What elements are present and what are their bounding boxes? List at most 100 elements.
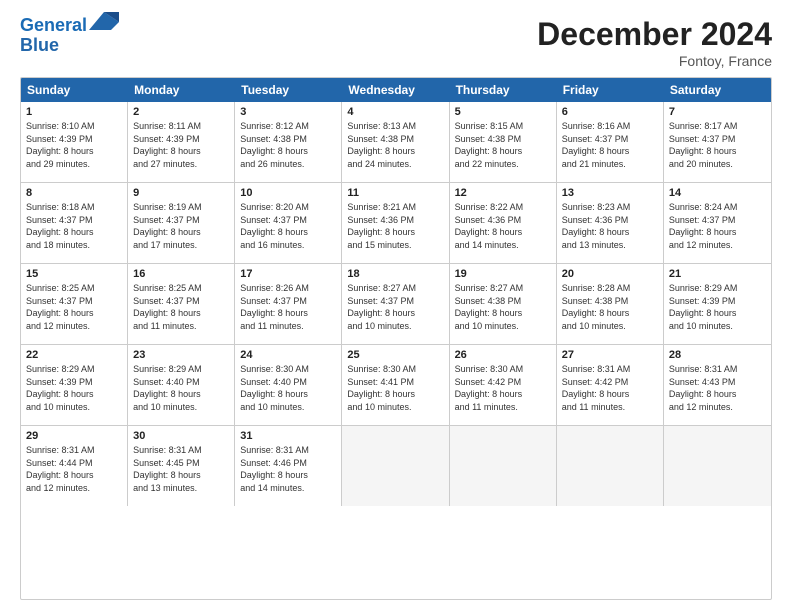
header-thursday: Thursday <box>450 78 557 102</box>
cal-cell-2-6: 21 Sunrise: 8:29 AM Sunset: 4:39 PM Dayli… <box>664 264 771 344</box>
cal-cell-4-2: 31Sunrise: 8:31 AM Sunset: 4:46 PM Dayli… <box>235 426 342 506</box>
cell-info: Sunrise: 8:13 AM Sunset: 4:38 PM Dayligh… <box>347 120 443 170</box>
day-number: 25 <box>347 349 443 361</box>
cal-cell-1-5: 13 Sunrise: 8:23 AM Sunset: 4:36 PM Dayli… <box>557 183 664 263</box>
cell-info: Sunrise: 8:27 AM Sunset: 4:37 PM Dayligh… <box>347 282 443 332</box>
day-number: 3 <box>240 106 336 118</box>
day-number: 4 <box>347 106 443 118</box>
cal-cell-3-5: 27Sunrise: 8:31 AM Sunset: 4:42 PM Dayli… <box>557 345 664 425</box>
cell-info: Sunrise: 8:25 AM Sunset: 4:37 PM Dayligh… <box>133 282 229 332</box>
cal-cell-2-2: 17 Sunrise: 8:26 AM Sunset: 4:37 PM Dayli… <box>235 264 342 344</box>
cal-cell-2-1: 16 Sunrise: 8:25 AM Sunset: 4:37 PM Dayli… <box>128 264 235 344</box>
day-number: 14 <box>669 187 766 199</box>
day-number: 10 <box>240 187 336 199</box>
cell-info: Sunrise: 8:29 AM Sunset: 4:40 PM Dayligh… <box>133 363 229 413</box>
cell-info: Sunrise: 8:18 AM Sunset: 4:37 PM Dayligh… <box>26 201 122 251</box>
cal-cell-1-4: 12 Sunrise: 8:22 AM Sunset: 4:36 PM Dayli… <box>450 183 557 263</box>
header-saturday: Saturday <box>664 78 771 102</box>
day-number: 18 <box>347 268 443 280</box>
day-number: 8 <box>26 187 122 199</box>
logo-text-line1: General <box>20 16 87 36</box>
cal-cell-2-0: 15Sunrise: 8:25 AM Sunset: 4:37 PM Dayli… <box>21 264 128 344</box>
cal-cell-3-6: 28Sunrise: 8:31 AM Sunset: 4:43 PM Dayli… <box>664 345 771 425</box>
header-monday: Monday <box>128 78 235 102</box>
cal-cell-1-1: 9 Sunrise: 8:19 AM Sunset: 4:37 PM Daylig… <box>128 183 235 263</box>
day-number: 24 <box>240 349 336 361</box>
cell-info: Sunrise: 8:21 AM Sunset: 4:36 PM Dayligh… <box>347 201 443 251</box>
week-row-4: 22Sunrise: 8:29 AM Sunset: 4:39 PM Dayli… <box>21 344 771 425</box>
cal-cell-1-6: 14Sunrise: 8:24 AM Sunset: 4:37 PM Dayli… <box>664 183 771 263</box>
day-number: 6 <box>562 106 658 118</box>
cell-info: Sunrise: 8:15 AM Sunset: 4:38 PM Dayligh… <box>455 120 551 170</box>
calendar: Sunday Monday Tuesday Wednesday Thursday… <box>20 77 772 600</box>
week-row-5: 29 Sunrise: 8:31 AM Sunset: 4:44 PM Dayli… <box>21 425 771 506</box>
week-row-2: 8 Sunrise: 8:18 AM Sunset: 4:37 PM Daylig… <box>21 182 771 263</box>
cal-cell-3-0: 22Sunrise: 8:29 AM Sunset: 4:39 PM Dayli… <box>21 345 128 425</box>
day-number: 12 <box>455 187 551 199</box>
header-friday: Friday <box>557 78 664 102</box>
header-sunday: Sunday <box>21 78 128 102</box>
cell-info: Sunrise: 8:23 AM Sunset: 4:36 PM Dayligh… <box>562 201 658 251</box>
cal-cell-3-1: 23Sunrise: 8:29 AM Sunset: 4:40 PM Dayli… <box>128 345 235 425</box>
cal-cell-0-1: 2 Sunrise: 8:11 AM Sunset: 4:39 PM Daylig… <box>128 102 235 182</box>
cal-cell-0-4: 5Sunrise: 8:15 AM Sunset: 4:38 PM Daylig… <box>450 102 557 182</box>
header-wednesday: Wednesday <box>342 78 449 102</box>
day-number: 31 <box>240 430 336 442</box>
cal-cell-3-2: 24 Sunrise: 8:30 AM Sunset: 4:40 PM Dayli… <box>235 345 342 425</box>
cal-cell-3-4: 26 Sunrise: 8:30 AM Sunset: 4:42 PM Dayli… <box>450 345 557 425</box>
cell-info: Sunrise: 8:29 AM Sunset: 4:39 PM Dayligh… <box>26 363 122 413</box>
day-number: 30 <box>133 430 229 442</box>
cell-info: Sunrise: 8:30 AM Sunset: 4:42 PM Dayligh… <box>455 363 551 413</box>
day-number: 29 <box>26 430 122 442</box>
cell-info: Sunrise: 8:31 AM Sunset: 4:45 PM Dayligh… <box>133 444 229 494</box>
day-number: 21 <box>669 268 766 280</box>
cal-cell-3-3: 25Sunrise: 8:30 AM Sunset: 4:41 PM Dayli… <box>342 345 449 425</box>
cell-info: Sunrise: 8:22 AM Sunset: 4:36 PM Dayligh… <box>455 201 551 251</box>
cell-info: Sunrise: 8:16 AM Sunset: 4:37 PM Dayligh… <box>562 120 658 170</box>
cell-info: Sunrise: 8:10 AM Sunset: 4:39 PM Dayligh… <box>26 120 122 170</box>
day-number: 20 <box>562 268 658 280</box>
cal-cell-4-4 <box>450 426 557 506</box>
cal-cell-4-0: 29 Sunrise: 8:31 AM Sunset: 4:44 PM Dayli… <box>21 426 128 506</box>
day-number: 13 <box>562 187 658 199</box>
cal-cell-1-0: 8 Sunrise: 8:18 AM Sunset: 4:37 PM Daylig… <box>21 183 128 263</box>
cell-info: Sunrise: 8:25 AM Sunset: 4:37 PM Dayligh… <box>26 282 122 332</box>
cal-cell-0-3: 4 Sunrise: 8:13 AM Sunset: 4:38 PM Daylig… <box>342 102 449 182</box>
header-tuesday: Tuesday <box>235 78 342 102</box>
cell-info: Sunrise: 8:19 AM Sunset: 4:37 PM Dayligh… <box>133 201 229 251</box>
logo: General Blue <box>20 16 119 56</box>
cal-cell-0-5: 6 Sunrise: 8:16 AM Sunset: 4:37 PM Daylig… <box>557 102 664 182</box>
cal-cell-4-3 <box>342 426 449 506</box>
cell-info: Sunrise: 8:20 AM Sunset: 4:37 PM Dayligh… <box>240 201 336 251</box>
day-number: 9 <box>133 187 229 199</box>
day-number: 1 <box>26 106 122 118</box>
week-row-3: 15Sunrise: 8:25 AM Sunset: 4:37 PM Dayli… <box>21 263 771 344</box>
location: Fontoy, France <box>537 53 772 69</box>
cell-info: Sunrise: 8:11 AM Sunset: 4:39 PM Dayligh… <box>133 120 229 170</box>
day-number: 17 <box>240 268 336 280</box>
day-number: 26 <box>455 349 551 361</box>
cell-info: Sunrise: 8:29 AM Sunset: 4:39 PM Dayligh… <box>669 282 766 332</box>
cell-info: Sunrise: 8:17 AM Sunset: 4:37 PM Dayligh… <box>669 120 766 170</box>
day-number: 2 <box>133 106 229 118</box>
cal-cell-2-3: 18 Sunrise: 8:27 AM Sunset: 4:37 PM Dayli… <box>342 264 449 344</box>
week-row-1: 1 Sunrise: 8:10 AM Sunset: 4:39 PM Daylig… <box>21 102 771 182</box>
cell-info: Sunrise: 8:30 AM Sunset: 4:40 PM Dayligh… <box>240 363 336 413</box>
cell-info: Sunrise: 8:31 AM Sunset: 4:42 PM Dayligh… <box>562 363 658 413</box>
cell-info: Sunrise: 8:26 AM Sunset: 4:37 PM Dayligh… <box>240 282 336 332</box>
cal-cell-4-5 <box>557 426 664 506</box>
day-number: 19 <box>455 268 551 280</box>
cell-info: Sunrise: 8:27 AM Sunset: 4:38 PM Dayligh… <box>455 282 551 332</box>
cal-cell-1-3: 11 Sunrise: 8:21 AM Sunset: 4:36 PM Dayli… <box>342 183 449 263</box>
cal-cell-4-6 <box>664 426 771 506</box>
day-number: 11 <box>347 187 443 199</box>
cal-cell-1-2: 10 Sunrise: 8:20 AM Sunset: 4:37 PM Dayli… <box>235 183 342 263</box>
page: General Blue December 2024 Fontoy, Franc… <box>0 0 792 612</box>
cell-info: Sunrise: 8:31 AM Sunset: 4:44 PM Dayligh… <box>26 444 122 494</box>
calendar-body: 1 Sunrise: 8:10 AM Sunset: 4:39 PM Daylig… <box>21 102 771 506</box>
cell-info: Sunrise: 8:31 AM Sunset: 4:43 PM Dayligh… <box>669 363 766 413</box>
cal-cell-0-0: 1 Sunrise: 8:10 AM Sunset: 4:39 PM Daylig… <box>21 102 128 182</box>
day-number: 16 <box>133 268 229 280</box>
cell-info: Sunrise: 8:28 AM Sunset: 4:38 PM Dayligh… <box>562 282 658 332</box>
cal-cell-4-1: 30 Sunrise: 8:31 AM Sunset: 4:45 PM Dayli… <box>128 426 235 506</box>
